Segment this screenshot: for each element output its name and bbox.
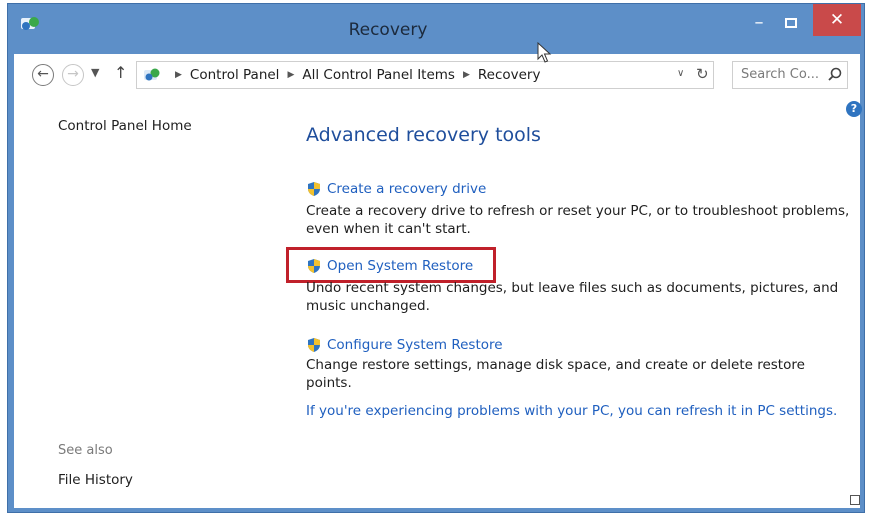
recent-locations-dropdown[interactable]: ▼ (91, 66, 99, 79)
resize-grip-icon[interactable] (850, 495, 860, 505)
search-input[interactable]: Search Co... (732, 61, 848, 89)
title-bar[interactable]: Recovery – ✕ (8, 4, 864, 54)
maximize-button[interactable] (780, 14, 802, 34)
open-system-restore-description: Undo recent system changes, but leave fi… (306, 280, 839, 314)
chevron-down-icon[interactable]: ∨ (677, 68, 684, 79)
search-placeholder: Search Co... (741, 67, 819, 82)
breadcrumb-control-panel[interactable]: Control Panel (190, 67, 280, 83)
refresh-pc-settings-link[interactable]: If you're experiencing problems with you… (306, 403, 837, 419)
help-icon[interactable]: ? (846, 101, 862, 117)
breadcrumb-separator-icon[interactable]: ▶ (463, 70, 470, 80)
shield-icon (308, 338, 320, 352)
create-recovery-drive-link[interactable]: Create a recovery drive (306, 181, 486, 197)
breadcrumb-separator-icon[interactable]: ▶ (175, 70, 182, 80)
configure-system-restore-description: Change restore settings, manage disk spa… (306, 357, 805, 391)
breadcrumb-all-items[interactable]: All Control Panel Items (302, 67, 455, 83)
breadcrumb-separator-icon[interactable]: ▶ (287, 70, 294, 80)
content-area: ← → ▼ ↑ ▶ Control Panel ▶ All Control Pa… (14, 54, 862, 508)
see-also-heading: See also (58, 443, 113, 458)
configure-system-restore-label[interactable]: Configure System Restore (327, 337, 503, 353)
breadcrumb-recovery[interactable]: Recovery (478, 67, 541, 83)
configure-system-restore-link[interactable]: Configure System Restore (306, 337, 503, 353)
control-panel-icon (144, 68, 160, 81)
window-title: Recovery (348, 20, 428, 40)
create-recovery-drive-description: Create a recovery drive to refresh or re… (306, 203, 850, 237)
back-button[interactable]: ← (32, 64, 54, 86)
navigation-bar: ← → ▼ ↑ ▶ Control Panel ▶ All Control Pa… (14, 54, 860, 98)
create-recovery-drive-label[interactable]: Create a recovery drive (327, 181, 486, 197)
mouse-cursor-icon (537, 42, 552, 63)
shield-icon (308, 182, 320, 196)
address-bar[interactable]: ▶ Control Panel ▶ All Control Panel Item… (136, 61, 714, 89)
file-history-link[interactable]: File History (58, 472, 133, 488)
breadcrumb: ▶ Control Panel ▶ All Control Panel Item… (167, 67, 540, 83)
refresh-icon[interactable]: ↻ (696, 65, 709, 83)
highlight-box (286, 247, 496, 283)
forward-button[interactable]: → (62, 64, 84, 86)
search-icon[interactable] (827, 67, 843, 83)
recovery-window: Recovery – ✕ ← → ▼ ↑ ▶ Control Panel ▶ A… (7, 3, 865, 513)
close-button[interactable]: ✕ (813, 4, 861, 36)
control-panel-home-link[interactable]: Control Panel Home (58, 118, 192, 134)
up-button[interactable]: ↑ (114, 63, 127, 82)
minimize-button[interactable]: – (748, 14, 770, 34)
page-heading: Advanced recovery tools (306, 124, 541, 146)
